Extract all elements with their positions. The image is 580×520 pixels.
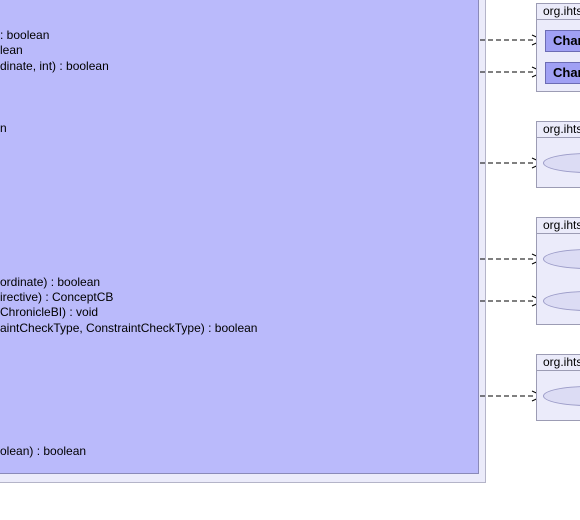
package-name: org.ihts bbox=[537, 122, 580, 138]
package-frame[interactable]: org.ihts Char Char bbox=[536, 3, 580, 92]
package-name: org.ihts bbox=[537, 218, 580, 234]
package-name: org.ihts bbox=[537, 355, 580, 371]
dependency-arrows bbox=[480, 34, 545, 402]
interface-ellipse[interactable] bbox=[543, 386, 580, 406]
class-box[interactable]: Char bbox=[545, 30, 580, 52]
package-frame[interactable]: org.ihts bbox=[536, 354, 580, 421]
package-name: org.ihts bbox=[537, 4, 580, 20]
interface-ellipse[interactable] bbox=[543, 249, 580, 269]
package-frame[interactable]: org.ihts bbox=[536, 217, 580, 325]
interface-ellipse[interactable] bbox=[543, 291, 580, 311]
interface-ellipse[interactable] bbox=[543, 153, 580, 173]
package-frame[interactable]: org.ihts bbox=[536, 121, 580, 188]
class-box[interactable]: Char bbox=[545, 62, 580, 84]
